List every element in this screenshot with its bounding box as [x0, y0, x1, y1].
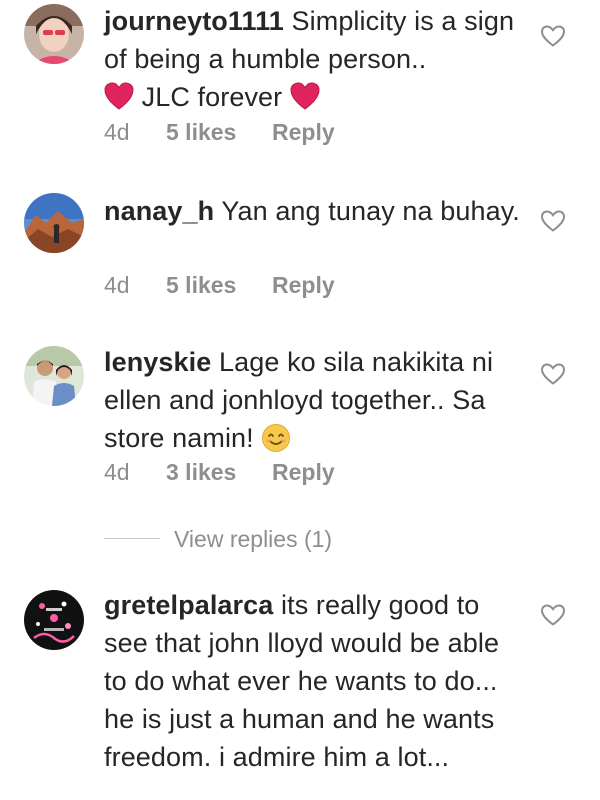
comment-body: nanay_h Yan ang tunay na buhay. [104, 192, 524, 230]
likes-count[interactable]: 5 likes [166, 270, 272, 300]
comment-text-continued: JLC forever [141, 82, 283, 112]
heart-outline-icon[interactable] [540, 603, 566, 627]
comment-username[interactable]: lenyskie [104, 347, 211, 377]
comment-username[interactable]: journeyto1111 [104, 6, 284, 36]
comment-body: lenyskie Lage ko sila nakikita ni ellen … [104, 343, 524, 457]
heart-outline-icon[interactable] [540, 362, 566, 386]
red-heart-emoji-icon [104, 82, 134, 110]
profile-photo-icon [24, 4, 84, 64]
comment-meta: 4d 5 likes Reply [104, 117, 335, 147]
comment-text: Yan ang tunay na buhay. [221, 196, 520, 226]
comment-username[interactable]: nanay_h [104, 196, 214, 226]
smiling-face-emoji-icon [262, 424, 291, 452]
comment-time: 4d [104, 272, 130, 298]
reply-button[interactable]: Reply [272, 457, 335, 487]
likes-count[interactable]: 5 likes [166, 117, 272, 147]
heart-outline-icon[interactable] [540, 209, 566, 233]
comment-time: 4d [104, 459, 130, 485]
likes-count[interactable]: 3 likes [166, 457, 272, 487]
comment-body: journeyto1111 Simplicity is a sign of be… [104, 2, 524, 116]
reply-button[interactable]: Reply [272, 270, 335, 300]
comment-time: 4d [104, 119, 130, 145]
profile-photo-icon [24, 193, 84, 253]
view-replies-button[interactable]: View replies (1) [104, 520, 332, 554]
heart-outline-icon[interactable] [540, 24, 566, 48]
avatar[interactable] [24, 590, 84, 650]
view-replies-label: View replies (1) [174, 525, 333, 552]
avatar[interactable] [24, 346, 84, 406]
comment-username[interactable]: gretelpalarca [104, 590, 273, 620]
red-heart-emoji-icon [290, 82, 320, 110]
profile-photo-icon [24, 346, 84, 406]
profile-photo-icon [24, 590, 84, 650]
comment-meta: 4d 5 likes Reply [104, 270, 335, 300]
divider [104, 538, 160, 540]
avatar[interactable] [24, 193, 84, 253]
comment-body: gretelpalarca its really good to see tha… [104, 586, 524, 776]
reply-button[interactable]: Reply [272, 117, 335, 147]
avatar[interactable] [24, 4, 84, 64]
comment-meta: 4d 3 likes Reply [104, 457, 335, 487]
